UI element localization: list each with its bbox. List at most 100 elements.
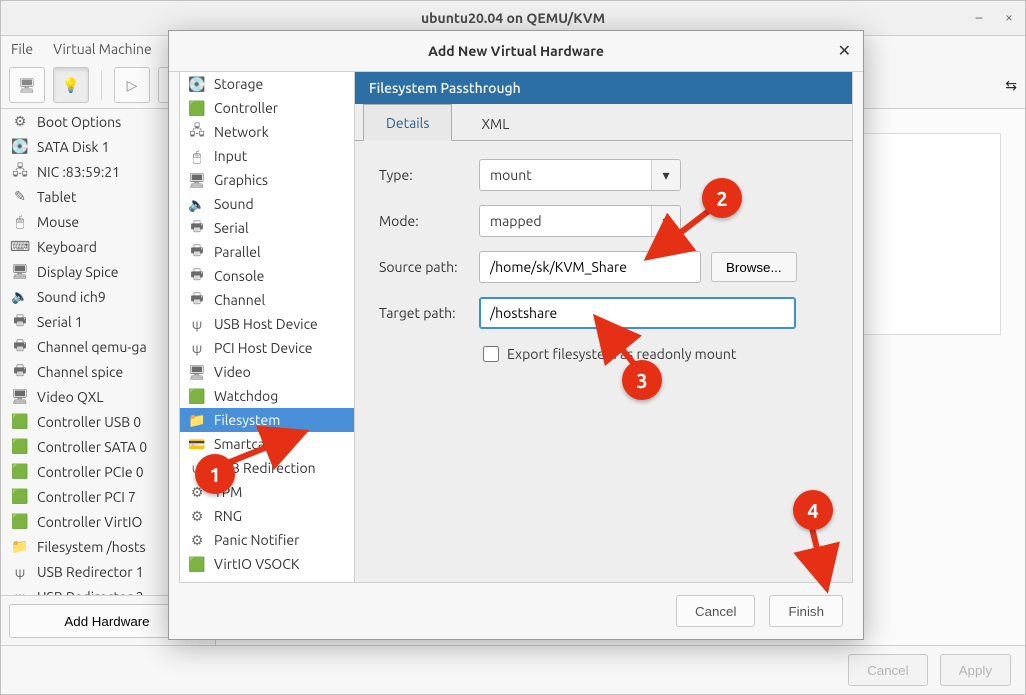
cat-watchdog: 🟩Watchdog <box>180 384 354 408</box>
sound-icon: 🔈 <box>11 289 29 305</box>
dialog-title: Add New Virtual Hardware <box>428 43 604 59</box>
tpm-icon: ⚙ <box>188 484 206 500</box>
dialog-tabs: Details XML <box>355 104 852 141</box>
monitor-icon: 🖥 <box>18 77 36 94</box>
category-list[interactable]: 💽Storage 🟩Controller 🖧Network 🖱Input 🖥Gr… <box>180 72 355 582</box>
display-icon: 🖥 <box>11 264 29 280</box>
browse-button[interactable]: Browse... <box>711 252 797 282</box>
dialog-bottombar: Cancel Finish <box>169 583 863 639</box>
nic-icon: 🖧 <box>11 164 29 180</box>
dialog-titlebar: Add New Virtual Hardware ✕ <box>169 31 863 72</box>
cat-graphics: 🖥Graphics <box>180 168 354 192</box>
graphics-icon: 🖥 <box>188 172 206 188</box>
cat-storage: 💽Storage <box>180 72 354 96</box>
keyboard-icon: ⌨ <box>11 239 29 255</box>
main-cancel-button[interactable]: Cancel <box>848 654 928 686</box>
cat-input: 🖱Input <box>180 144 354 168</box>
dialog-section-header: Filesystem Passthrough <box>355 72 852 104</box>
target-path-input[interactable] <box>479 297 796 329</box>
run-button[interactable]: ▷ <box>114 67 150 103</box>
usb-icon: ψ <box>188 316 206 332</box>
cat-filesystem: 📁Filesystem <box>180 408 354 432</box>
readonly-label: Export filesystem as readonly mount <box>507 346 736 362</box>
menu-virtual-machine[interactable]: Virtual Machine <box>53 41 152 57</box>
cat-video: 🖥Video <box>180 360 354 384</box>
add-hardware-dialog: Add New Virtual Hardware ✕ 💽Storage 🟩Con… <box>168 30 864 640</box>
smartcard-icon: 💳 <box>188 436 206 452</box>
network-status-icon: ⇆ <box>1005 77 1017 94</box>
cat-tpm: ⚙TPM <box>180 480 354 504</box>
tab-xml[interactable]: XML <box>458 105 532 141</box>
parallel-icon: 🖶 <box>188 244 206 260</box>
main-apply-button[interactable]: Apply <box>940 654 1011 686</box>
mouse-icon: 🖱 <box>11 214 29 230</box>
source-label: Source path: <box>379 259 479 275</box>
cat-console: 🖶Console <box>180 264 354 288</box>
type-label: Type: <box>379 167 479 183</box>
controller-icon: 🟩 <box>188 100 206 116</box>
video-icon: 🖥 <box>188 364 206 380</box>
storage-icon: 💽 <box>188 76 206 92</box>
dialog-cancel-button[interactable]: Cancel <box>676 595 756 627</box>
cat-rng: ⚙RNG <box>180 504 354 528</box>
cat-controller: 🟩Controller <box>180 96 354 120</box>
readonly-checkbox[interactable] <box>483 346 499 362</box>
controller-icon: 🟩 <box>11 414 29 430</box>
boot-icon: ⚙ <box>11 114 29 130</box>
cat-parallel: 🖶Parallel <box>180 240 354 264</box>
cat-sound: 🔈Sound <box>180 192 354 216</box>
cat-panic: ⚙Panic Notifier <box>180 528 354 552</box>
mode-label: Mode: <box>379 213 479 229</box>
menu-file[interactable]: File <box>11 41 33 57</box>
folder-icon: 📁 <box>11 539 29 555</box>
type-value: mount <box>480 167 651 183</box>
mode-value: mapped <box>480 213 651 229</box>
folder-icon: 📁 <box>188 412 206 428</box>
channel-icon: 🖶 <box>188 292 206 308</box>
play-icon: ▷ <box>127 77 138 94</box>
video-icon: 🖥 <box>11 389 29 405</box>
serial-icon: 🖶 <box>11 314 29 330</box>
window-controls: – × <box>971 9 1017 25</box>
cat-usb-host: ψUSB Host Device <box>180 312 354 336</box>
cat-smartcard: 💳Smartcard <box>180 432 354 456</box>
channel-icon: 🖶 <box>11 364 29 380</box>
vsock-icon: 🟩 <box>188 556 206 572</box>
target-label: Target path: <box>379 305 479 321</box>
main-bottombar: Cancel Apply <box>1 645 1025 694</box>
details-button[interactable]: 💡 <box>53 67 89 103</box>
toolbar-separator <box>101 70 102 100</box>
usb-icon: ψ <box>11 564 29 580</box>
chevron-down-icon: ▾ <box>651 160 680 190</box>
tab-details[interactable]: Details <box>363 104 452 141</box>
dialog-finish-button[interactable]: Finish <box>769 595 843 627</box>
panic-icon: ⚙ <box>188 532 206 548</box>
mode-combo[interactable]: mapped ▾ <box>479 205 681 237</box>
cat-pci-host: ψPCI Host Device <box>180 336 354 360</box>
controller-icon: 🟩 <box>11 439 29 455</box>
channel-icon: 🖶 <box>11 339 29 355</box>
cat-vsock: 🟩VirtIO VSOCK <box>180 552 354 576</box>
rng-icon: ⚙ <box>188 508 206 524</box>
pci-icon: ψ <box>188 340 206 356</box>
dialog-close-button[interactable]: ✕ <box>838 41 851 60</box>
type-combo[interactable]: mount ▾ <box>479 159 681 191</box>
cat-network: 🖧Network <box>180 120 354 144</box>
console-button[interactable]: 🖥 <box>9 67 45 103</box>
cat-channel: 🖶Channel <box>180 288 354 312</box>
controller-icon: 🟩 <box>11 514 29 530</box>
cat-serial: 🖶Serial <box>180 216 354 240</box>
disk-icon: 💽 <box>11 139 29 155</box>
sound-icon: 🔈 <box>188 196 206 212</box>
source-path-input[interactable] <box>479 251 701 283</box>
serial-icon: 🖶 <box>188 220 206 236</box>
chevron-down-icon: ▾ <box>651 206 680 236</box>
usb-icon: ψ <box>188 460 206 476</box>
cat-usb-redir: ψUSB Redirection <box>180 456 354 480</box>
network-icon: 🖧 <box>188 124 206 140</box>
minimize-button[interactable]: – <box>971 9 987 25</box>
controller-icon: 🟩 <box>11 464 29 480</box>
close-button[interactable]: × <box>1001 9 1017 25</box>
tablet-icon: ✎ <box>11 189 29 205</box>
filesystem-form: Type: mount ▾ Mode: mapped ▾ Source path… <box>355 141 852 582</box>
